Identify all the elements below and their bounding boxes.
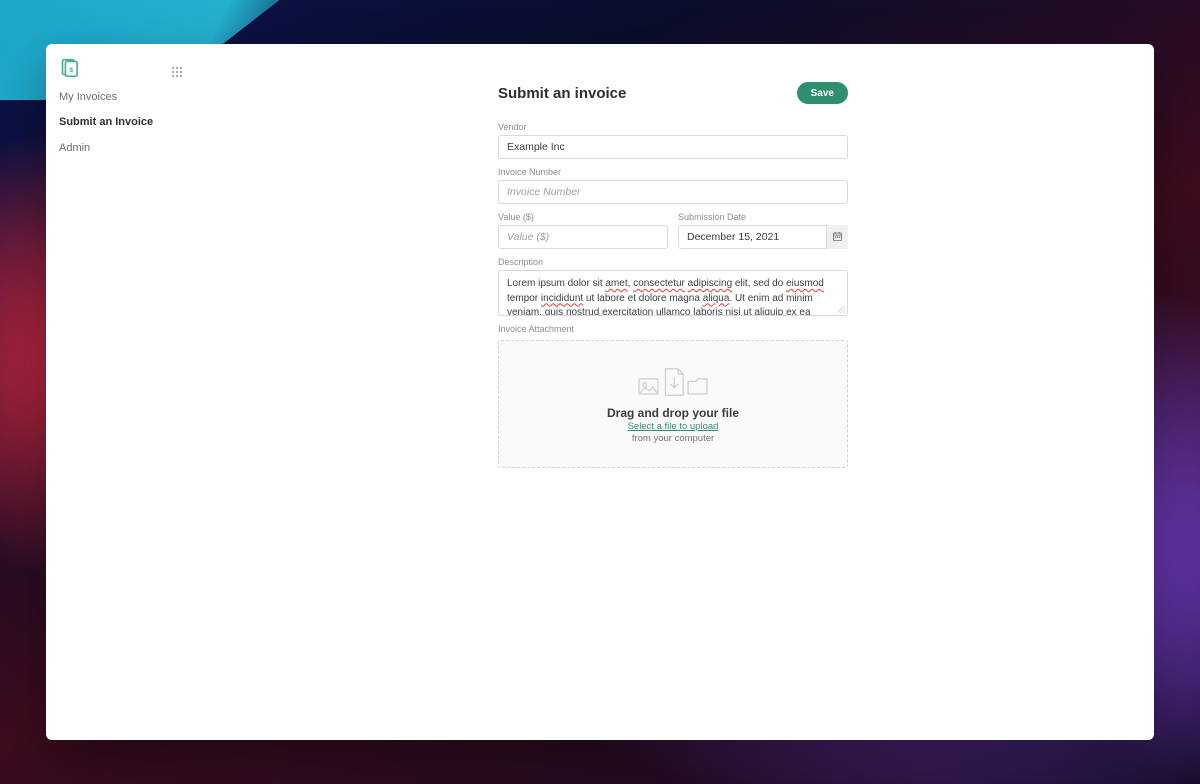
submission-date-label: Submission Date [678,212,848,222]
invoice-number-input[interactable] [498,180,848,204]
app-window: $ My Invoices Submit an Invoice Admin Su… [46,44,1154,740]
calendar-icon [832,230,843,245]
vendor-input[interactable] [498,135,848,159]
sidebar-item-submit-invoice[interactable]: Submit an Invoice [59,115,179,130]
invoice-number-label: Invoice Number [498,167,848,177]
submission-date-input[interactable] [678,225,848,249]
svg-text:$: $ [69,67,73,74]
dropzone-select-link[interactable]: Select a file to upload [628,421,719,432]
attachment-dropzone[interactable]: Drag and drop your file Select a file to… [498,340,848,468]
sidebar-nav: My Invoices Submit an Invoice Admin [59,90,179,156]
dropzone-title: Drag and drop your file [607,406,739,420]
sidebar-item-admin[interactable]: Admin [59,141,179,156]
save-button[interactable]: Save [797,82,848,104]
page-title: Submit an invoice [498,85,626,102]
vendor-label: Vendor [498,122,848,132]
page-header: Submit an invoice Save [498,82,848,104]
sidebar-item-my-invoices[interactable]: My Invoices [59,90,179,105]
app-logo-icon: $ [60,58,80,78]
value-input[interactable] [498,225,668,249]
dropzone-subtext: from your computer [632,433,714,444]
attachment-label: Invoice Attachment [498,324,848,334]
description-label: Description [498,257,848,267]
app-grip-icon[interactable] [171,66,183,78]
value-label: Value ($) [498,212,668,222]
resize-handle-icon[interactable] [837,305,845,313]
main: Submit an invoice Save Vendor Invoice Nu… [498,82,848,468]
sidebar: $ My Invoices Submit an Invoice Admin [46,44,157,740]
calendar-button[interactable] [826,225,848,249]
upload-illustration-icon [635,365,711,399]
description-textarea[interactable]: Lorem ipsum dolor sit amet, consectetur … [498,270,848,316]
